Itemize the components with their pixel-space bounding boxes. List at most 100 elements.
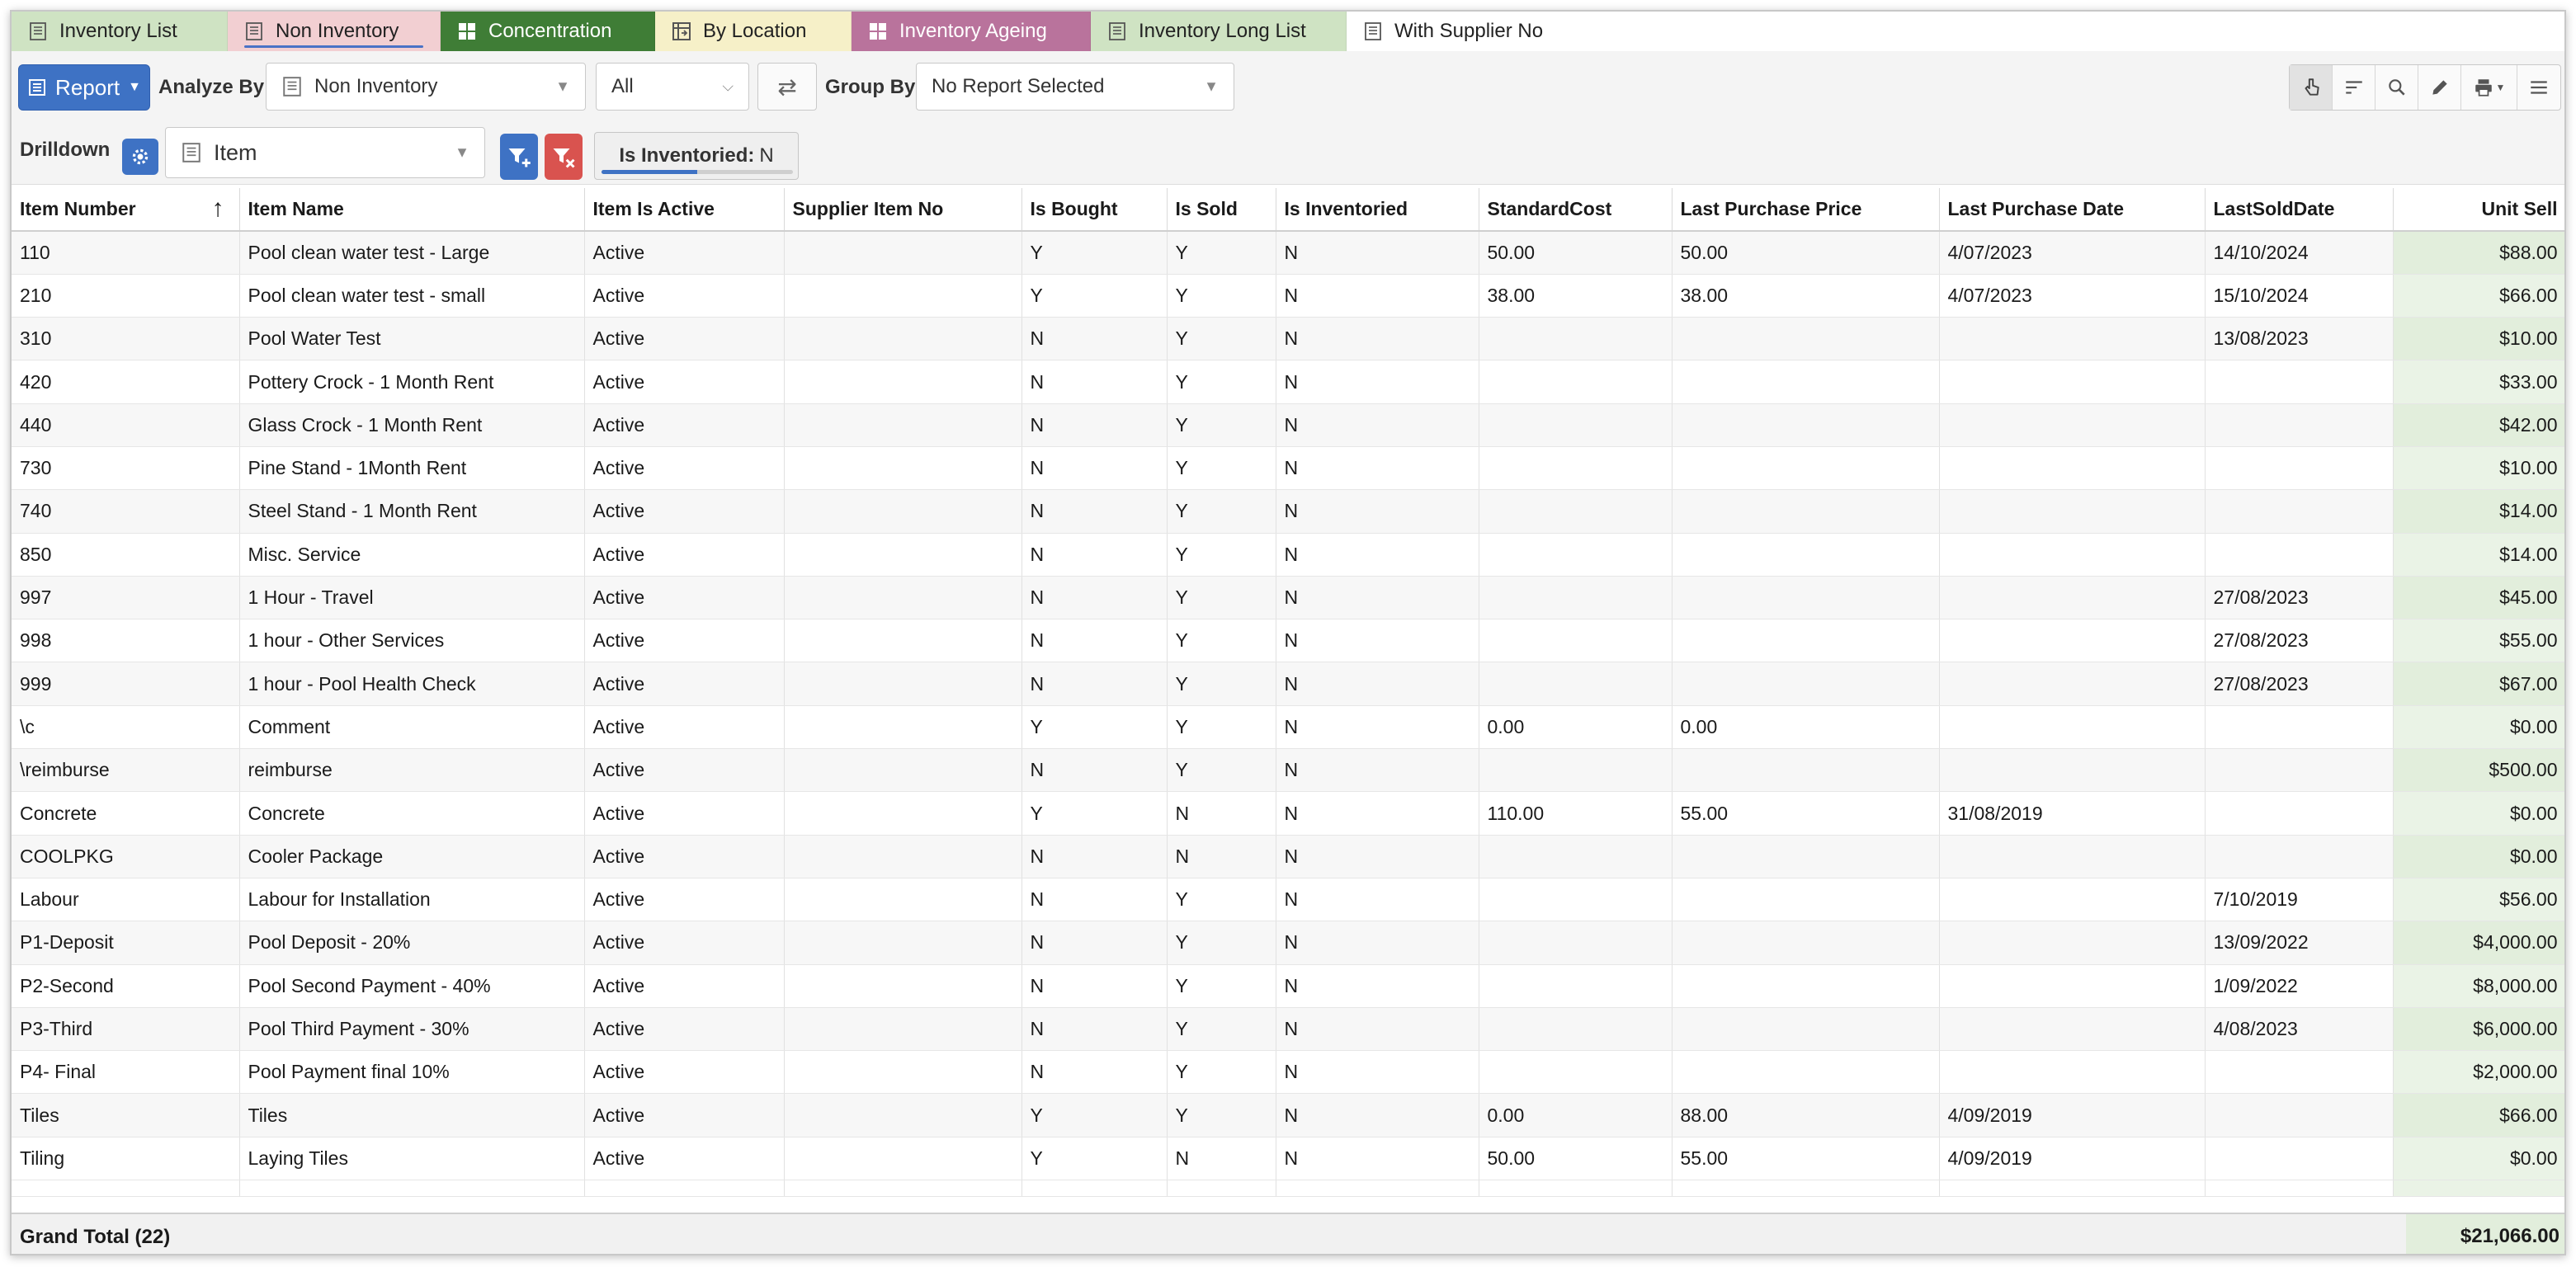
table-cell (1672, 576, 1940, 620)
add-filter-button[interactable] (500, 134, 538, 180)
column-header-lastsolddate[interactable]: LastSoldDate (2205, 188, 2394, 232)
menu-button[interactable] (2517, 65, 2560, 110)
filter-select[interactable]: All ⌵ (596, 63, 749, 111)
analyze-by-select[interactable]: Non Inventory ▼ (266, 63, 586, 111)
table-row[interactable]: COOLPKG Cooler Package Active N N N $0.00 (12, 835, 2564, 878)
column-header-last-purchase-date[interactable]: Last Purchase Date (1939, 188, 2206, 232)
table-row[interactable]: Tiles Tiles Active Y Y N 0.00 88.00 4/09/2019 $66… (12, 1093, 2564, 1137)
tab-non-inventory[interactable]: Non Inventory (228, 12, 441, 51)
column-header-standardcost[interactable]: StandardCost (1479, 188, 1673, 232)
table-cell: 1 hour - Pool Health Check (239, 662, 585, 706)
table-row[interactable]: 420 Pottery Crock - 1 Month Rent Active N Y N… (12, 360, 2564, 404)
table-cell (1276, 1180, 1479, 1198)
table-row[interactable]: \c Comment Active Y Y N 0.00 0.00 $0.00 (12, 705, 2564, 750)
table-cell: Active (584, 921, 785, 965)
table-row[interactable]: P3-Third Pool Third Payment - 30% Active N Y… (12, 1007, 2564, 1052)
report-tools: ▼ (2289, 64, 2561, 111)
table-row[interactable]: 310 Pool Water Test Active N Y N 13/08/2023 $10… (12, 317, 2564, 361)
tab-with-supplier-no[interactable]: With Supplier No (1347, 12, 2564, 51)
swap-button[interactable]: ⇄ (757, 63, 817, 111)
search-button[interactable] (2375, 65, 2418, 110)
table-row[interactable]: P2-Second Pool Second Payment - 40% Active… (12, 964, 2564, 1008)
group-by-label: Group By (825, 76, 916, 98)
table-cell (1672, 446, 1940, 491)
table-cell: 55.00 (1672, 1137, 1940, 1181)
table-row[interactable]: 740 Steel Stand - 1 Month Rent Active N Y N $1… (12, 489, 2564, 534)
column-header-item-is-active[interactable]: Item Is Active (584, 188, 785, 232)
grand-total-row: Grand Total (22) $21,066.00 (12, 1213, 2564, 1254)
table-cell: P3-Third (12, 1007, 240, 1052)
table-cell (1479, 878, 1673, 922)
filter-chip-value: N (759, 144, 774, 167)
table-cell: N (1276, 964, 1479, 1008)
tab-inventory-long-list[interactable]: Inventory Long List (1091, 12, 1347, 51)
table-row[interactable]: 999 1 hour - Pool Health Check Active N Y N 27… (12, 662, 2564, 706)
print-button[interactable]: ▼ (2461, 65, 2517, 110)
list-icon (281, 76, 303, 97)
table-row[interactable]: P1-Deposit Pool Deposit - 20% Active N Y N 13/… (12, 921, 2564, 965)
drilldown-settings-button[interactable] (122, 139, 158, 175)
table-row[interactable]: 850 Misc. Service Active N Y N $14.00 (12, 533, 2564, 577)
column-header-last-purchase-price[interactable]: Last Purchase Price (1672, 188, 1940, 232)
table-row[interactable]: 210 Pool clean water test - small Active Y Y… (12, 274, 2564, 318)
table-cell (1939, 1050, 2206, 1095)
table-cell: Y (1021, 791, 1168, 836)
touch-mode-button[interactable] (2290, 65, 2333, 110)
table-cell: Y (1167, 1093, 1276, 1137)
table-cell: Y (1021, 1093, 1168, 1137)
chevron-down-icon: ⌵ (722, 78, 734, 95)
table-cell: 27/08/2023 (2205, 576, 2394, 620)
grand-total-value: $21,066.00 (2406, 1214, 2564, 1254)
column-header-is-sold[interactable]: Is Sold (1167, 188, 1276, 232)
table-cell: Y (1167, 533, 1276, 577)
tab-inventory-list[interactable]: Inventory List (12, 12, 228, 51)
table-cell: N (1021, 921, 1168, 965)
table-cell: Y (1021, 705, 1168, 750)
table-row[interactable]: Concrete Concrete Active Y N N 110.00 55.00 31/0… (12, 791, 2564, 836)
column-header-item-name[interactable]: Item Name (239, 188, 585, 232)
table-row[interactable]: 730 Pine Stand - 1Month Rent Active N Y N $10.… (12, 446, 2564, 491)
report-button[interactable]: Report ▼ (18, 64, 150, 111)
table-cell: Pool clean water test - small (239, 274, 585, 318)
table-cell (784, 705, 1022, 750)
group-by-select[interactable]: No Report Selected ▼ (916, 63, 1234, 111)
table-cell (1672, 662, 1940, 706)
edit-button[interactable] (2418, 65, 2461, 110)
remove-filter-button[interactable] (545, 134, 583, 180)
column-header-item-number[interactable]: Item Number ↑ (12, 188, 240, 232)
table-row[interactable]: P4- Final Pool Payment final 10% Active N Y N… (12, 1050, 2564, 1095)
table-row[interactable]: 997 1 Hour - Travel Active N Y N 27/08/2023 $45… (12, 576, 2564, 620)
column-header-unit-sell[interactable]: Unit Sell (2393, 188, 2564, 232)
table-row[interactable]: 998 1 hour - Other Services Active N Y N 27/08… (12, 619, 2564, 663)
table-cell (1939, 403, 2206, 447)
table-cell: Concrete (239, 791, 585, 836)
table-row[interactable]: \reimburse reimburse Active N Y N $500.00 (12, 748, 2564, 793)
table-row[interactable]: Labour Labour for Installation Active N Y N 7/… (12, 878, 2564, 922)
analyze-by-value: Non Inventory (314, 75, 438, 97)
table-cell (2205, 1180, 2394, 1198)
table-cell (1939, 489, 2206, 534)
table-cell (784, 921, 1022, 965)
drilldown-select[interactable]: Item ▼ (165, 127, 485, 178)
caret-down-icon: ▼ (2495, 82, 2506, 93)
table-cell: N (1276, 533, 1479, 577)
table-cell: Tiles (12, 1093, 240, 1137)
table-row[interactable]: 110 Pool clean water test - Large Active Y Y… (12, 231, 2564, 275)
table-row[interactable]: Tiling Laying Tiles Active Y N N 50.00 55.00 4/0… (12, 1137, 2564, 1181)
column-header-supplier-item-no[interactable]: Supplier Item No (784, 188, 1022, 232)
table-cell: Pool clean water test - Large (239, 231, 585, 275)
tab-by-location[interactable]: By Location (655, 12, 852, 51)
column-header-is-inventoried[interactable]: Is Inventoried (1276, 188, 1479, 232)
filter-chip-is-inventoried[interactable]: Is Inventoried: N (594, 132, 799, 180)
tab-concentration[interactable]: Concentration (441, 12, 655, 51)
table-cell: $55.00 (2393, 619, 2564, 663)
sort-button[interactable] (2333, 65, 2375, 110)
chevron-down-icon: ▼ (455, 144, 469, 161)
table-row[interactable]: 440 Glass Crock - 1 Month Rent Active N Y N $4… (12, 403, 2564, 447)
table-cell: 310 (12, 317, 240, 361)
tab-inventory-ageing[interactable]: Inventory Ageing (852, 12, 1091, 51)
table-cell: reimburse (239, 748, 585, 793)
table-cell: 13/08/2023 (2205, 317, 2394, 361)
sort-ascending-icon[interactable]: ↑ (212, 195, 224, 223)
column-header-is-bought[interactable]: Is Bought (1021, 188, 1168, 232)
